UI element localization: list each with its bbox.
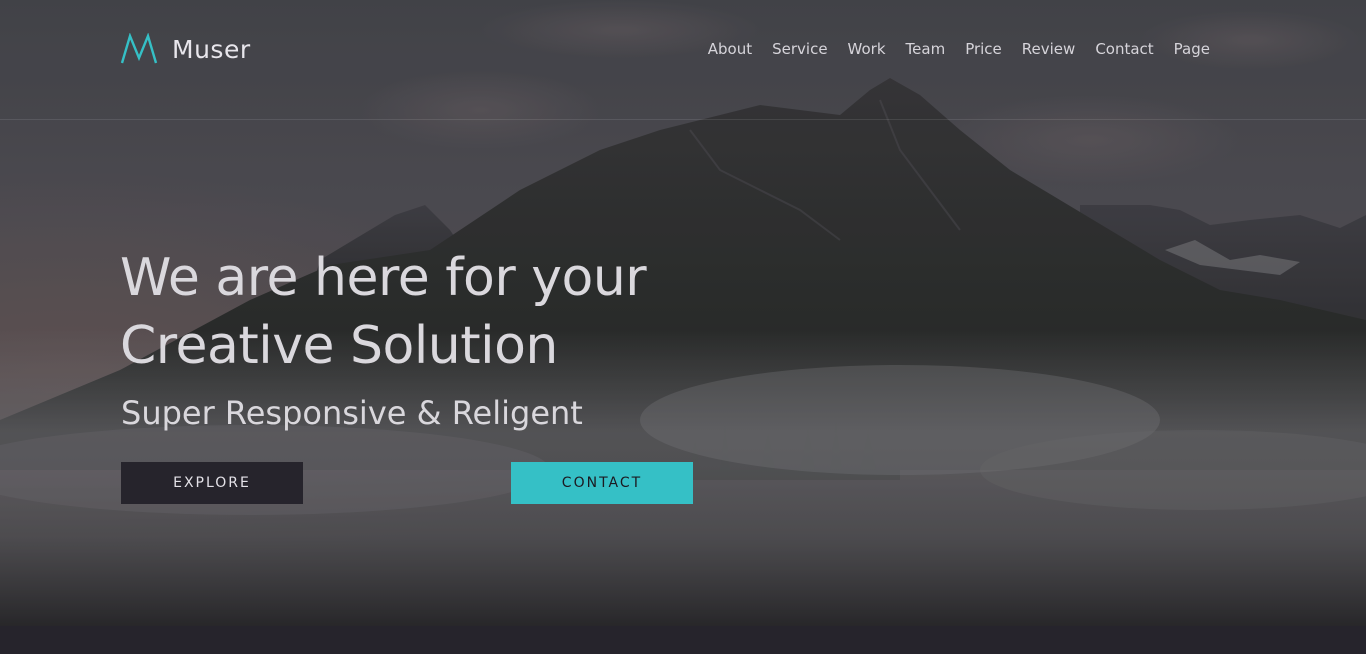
- nav-item-review[interactable]: Review: [1022, 38, 1076, 60]
- nav-item-price[interactable]: Price: [965, 38, 1002, 60]
- nav-item-about[interactable]: About: [708, 38, 752, 60]
- hero-headline: We are here for your Creative Solution: [120, 244, 647, 380]
- nav-item-team[interactable]: Team: [906, 38, 946, 60]
- hero-headline-line-1: We are here for your: [120, 248, 647, 308]
- m-zigzag-logo-icon: [120, 33, 158, 64]
- brand-name: Muser: [172, 34, 251, 64]
- hero-headline-line-2: Creative Solution: [120, 316, 558, 376]
- nav-item-contact[interactable]: Contact: [1095, 38, 1153, 60]
- nav-item-work[interactable]: Work: [848, 38, 886, 60]
- explore-button[interactable]: EXPLORE: [121, 462, 303, 504]
- hero-section: Muser About Service Work Team Price Revi…: [0, 0, 1366, 626]
- nav-item-page[interactable]: Page: [1174, 38, 1210, 60]
- brand-logo-link[interactable]: Muser: [120, 28, 251, 70]
- main-nav: About Service Work Team Price Review Con…: [688, 38, 1210, 60]
- nav-divider: [0, 119, 1366, 120]
- next-section-edge: [0, 626, 1366, 654]
- contact-button[interactable]: CONTACT: [511, 462, 693, 504]
- hero-subheadline: Super Responsive & Religent: [121, 394, 583, 432]
- nav-item-service[interactable]: Service: [772, 38, 827, 60]
